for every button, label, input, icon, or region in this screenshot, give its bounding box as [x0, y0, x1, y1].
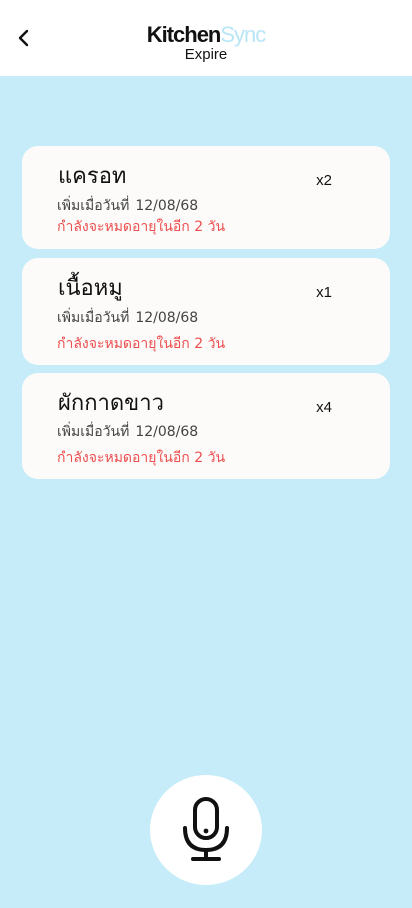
item-quantity: x1	[316, 284, 332, 301]
item-added-label: เพิ่มเมื่อวันที่	[57, 198, 130, 214]
item-expire-warning: กำลังจะหมดอายุในอีก 2 วัน	[57, 450, 226, 466]
app-header: KitchenSync Expire	[0, 0, 412, 76]
item-added-row: เพิ่มเมื่อวันที่ 12/08/68	[57, 309, 198, 327]
item-added-label: เพิ่มเมื่อวันที่	[57, 310, 130, 326]
app-logo: KitchenSync	[0, 22, 412, 48]
item-added-date: 12/08/68	[135, 310, 199, 326]
item-name: แครอท	[58, 164, 127, 189]
item-added-row: เพิ่มเมื่อวันที่ 12/08/68	[57, 197, 198, 215]
page-title: Expire	[184, 46, 228, 63]
item-quantity: x2	[316, 172, 332, 189]
item-card[interactable]: ผักกาดขาว x4 เพิ่มเมื่อวันที่ 12/08/68 กำ…	[22, 373, 390, 479]
item-quantity: x4	[316, 399, 332, 416]
item-name: ผักกาดขาว	[58, 391, 164, 416]
item-added-date: 12/08/68	[135, 198, 199, 214]
item-expire-warning: กำลังจะหมดอายุในอีก 2 วัน	[57, 336, 226, 352]
brand-sync: Sync	[220, 22, 266, 47]
item-name: เนื้อหมู	[58, 276, 123, 301]
item-card[interactable]: เนื้อหมู x1 เพิ่มเมื่อวันที่ 12/08/68 กำล…	[22, 258, 390, 365]
item-expire-warning: กำลังจะหมดอายุในอีก 2 วัน	[57, 219, 226, 235]
item-added-label: เพิ่มเมื่อวันที่	[57, 424, 130, 440]
item-card[interactable]: แครอท x2 เพิ่มเมื่อวันที่ 12/08/68 กำลังจ…	[22, 146, 390, 249]
item-added-row: เพิ่มเมื่อวันที่ 12/08/68	[57, 423, 198, 441]
brand-kitchen: Kitchen	[146, 22, 222, 47]
voice-input-button[interactable]	[150, 775, 262, 885]
microphone-icon	[183, 797, 229, 861]
item-added-date: 12/08/68	[135, 424, 199, 440]
